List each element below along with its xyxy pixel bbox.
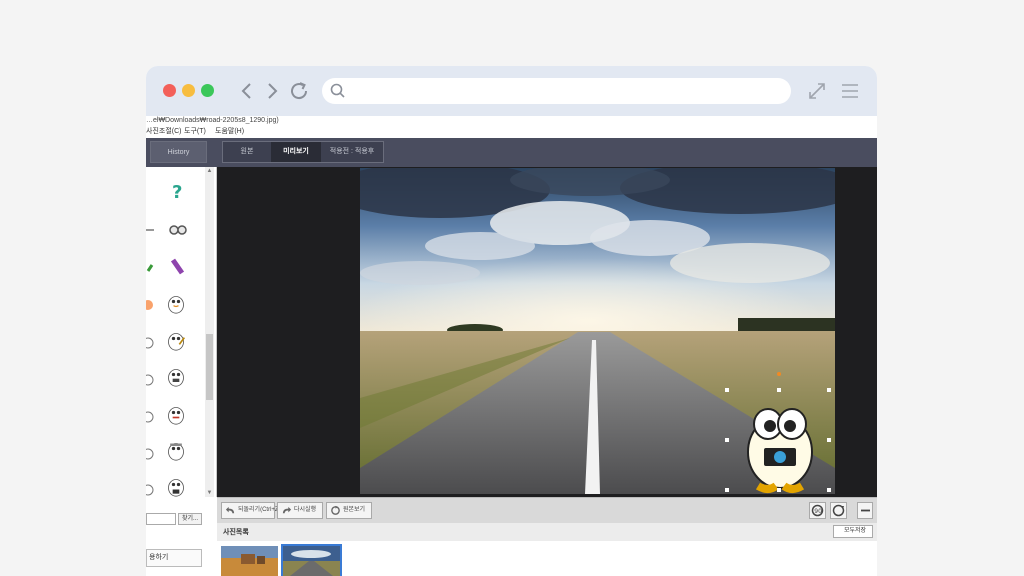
reset-icon: [331, 505, 340, 515]
glasses-sticker[interactable]: [168, 220, 188, 240]
menu-icon[interactable]: [839, 80, 861, 102]
thumbnail-desert-village[interactable]: [221, 546, 278, 576]
forward-icon[interactable]: [260, 79, 284, 103]
back-icon[interactable]: [235, 79, 259, 103]
resize-handle[interactable]: [725, 488, 729, 492]
rotate-left-icon: 90: [811, 504, 824, 517]
egg-character-sticker[interactable]: [166, 405, 186, 425]
left-bottom-panel: 찾기... 용하기: [146, 501, 216, 576]
menu-item-tools[interactable]: 도구(T): [184, 126, 206, 138]
scroll-up-arrow-icon[interactable]: ▲: [206, 167, 213, 175]
egg-character-sticker[interactable]: [166, 441, 186, 461]
svg-text:90: 90: [814, 508, 822, 515]
history-button[interactable]: History: [150, 141, 207, 163]
resize-handle[interactable]: [777, 488, 781, 492]
egg-character-sticker[interactable]: [166, 331, 186, 351]
resize-handle[interactable]: [777, 388, 781, 392]
photo-editor-app: …el₩Downloads₩road-2205s8_1290.jpg) 사진조절…: [146, 116, 877, 576]
resize-handle[interactable]: [725, 388, 729, 392]
file-path-title: …el₩Downloads₩road-2205s8_1290.jpg): [146, 117, 279, 124]
undo-icon: [225, 506, 235, 514]
partial-sticker[interactable]: [146, 370, 160, 390]
minimize-window-button[interactable]: [182, 84, 195, 97]
save-all-label: 모두저장: [844, 528, 867, 534]
rotate-right-icon: [832, 504, 845, 517]
sticker-scrollbar[interactable]: ▲ ▼: [205, 167, 214, 497]
zoom-out-button[interactable]: [857, 502, 873, 519]
photo-thumbnails: [217, 541, 877, 576]
top-toolbar: History 원본 미리보기 적용전 : 적용후: [146, 138, 877, 167]
image-canvas[interactable]: [217, 167, 877, 497]
resize-handle[interactable]: [827, 388, 831, 392]
resize-handle[interactable]: [827, 488, 831, 492]
menu-item-help[interactable]: 도움말(H): [215, 126, 244, 138]
partial-sticker[interactable]: [146, 444, 160, 464]
redo-icon: [282, 506, 292, 514]
scroll-down-arrow-icon[interactable]: ▼: [206, 489, 213, 497]
apply-button[interactable]: 용하기: [146, 549, 202, 567]
scroll-thumb[interactable]: [206, 334, 213, 400]
partial-sticker[interactable]: [146, 295, 160, 315]
reload-icon[interactable]: [287, 79, 311, 103]
view-tabs: 원본 미리보기 적용전 : 적용후: [222, 141, 384, 163]
tab-preview[interactable]: 미리보기: [271, 142, 321, 162]
rotate-handle[interactable]: [777, 372, 781, 376]
undo-label: 되돌리기(Ctrl+Z): [238, 507, 281, 513]
egg-character-sticker[interactable]: [166, 477, 186, 497]
partial-sticker[interactable]: [146, 407, 160, 427]
minus-icon: [861, 509, 870, 512]
browser-window: …el₩Downloads₩road-2205s8_1290.jpg) 사진조절…: [146, 66, 877, 576]
camera-character-sticker[interactable]: [730, 392, 830, 496]
tab-original[interactable]: 원본: [223, 142, 271, 162]
redo-label: 다시실행: [294, 507, 317, 513]
svg-text:?: ?: [172, 182, 182, 201]
edit-controls-bar: 되돌리기(Ctrl+Z) 다시실행 원본보기 90: [217, 497, 877, 524]
photo-list-header: 사진목록 모두저장: [217, 523, 877, 542]
partial-sticker[interactable]: [146, 220, 160, 240]
egg-character-sticker[interactable]: [166, 294, 186, 314]
url-input[interactable]: [352, 81, 776, 103]
rotate-left-button[interactable]: 90: [809, 502, 826, 519]
thumbnail-road-landscape[interactable]: [281, 544, 342, 576]
tab-before-after[interactable]: 적용전 : 적용후: [321, 142, 383, 162]
save-all-button[interactable]: 모두저장: [833, 525, 873, 538]
search-field[interactable]: [146, 513, 176, 525]
rotate-right-button[interactable]: [830, 502, 847, 519]
canvas-margin: [836, 167, 877, 497]
resize-handle[interactable]: [827, 438, 831, 442]
menu-bar: 사진조절(C) 도구(T) 도움말(H): [146, 126, 877, 138]
address-bar[interactable]: [322, 78, 791, 104]
expand-icon[interactable]: [806, 80, 828, 102]
view-original-label: 원본보기: [343, 507, 366, 513]
close-window-button[interactable]: [163, 84, 176, 97]
partial-sticker[interactable]: [146, 480, 160, 500]
resize-handle[interactable]: [725, 438, 729, 442]
egg-character-sticker[interactable]: [166, 367, 186, 387]
view-original-button[interactable]: 원본보기: [326, 502, 372, 519]
search-icon: [328, 81, 348, 101]
green-sticker[interactable]: [146, 257, 160, 277]
menu-item-adjust[interactable]: 사진조절(C): [146, 126, 181, 138]
redo-button[interactable]: 다시실행: [277, 502, 323, 519]
crayon-sticker[interactable]: [168, 257, 188, 277]
photo-list-title: 사진목록: [223, 529, 249, 536]
find-button[interactable]: 찾기...: [178, 513, 202, 525]
question-mark-sticker[interactable]: ?: [168, 181, 188, 201]
maximize-window-button[interactable]: [201, 84, 214, 97]
partial-sticker[interactable]: [146, 333, 160, 353]
browser-chrome: [146, 66, 877, 116]
undo-button[interactable]: 되돌리기(Ctrl+Z): [221, 502, 281, 519]
